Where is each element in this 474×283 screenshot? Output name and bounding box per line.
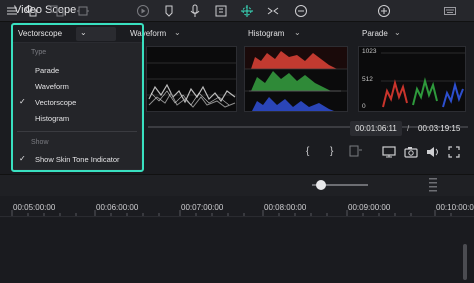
- title-bar: Video Scope: [0, 0, 474, 22]
- camera-icon[interactable]: [404, 146, 418, 158]
- histogram-header[interactable]: Histogram ⌄: [242, 26, 350, 42]
- histogram-label: Histogram: [248, 29, 285, 38]
- menu-divider: [17, 131, 137, 132]
- menu-item-waveform[interactable]: Waveform: [13, 79, 141, 94]
- ruler-ticks: [11, 210, 452, 216]
- check-icon: ✓: [19, 97, 26, 106]
- check-icon: ✓: [19, 154, 26, 163]
- display-icon[interactable]: [382, 146, 396, 158]
- fullscreen-icon[interactable]: [448, 146, 460, 158]
- waveform-label: Waveform: [130, 29, 167, 38]
- timeline-vertical-scrollbar[interactable]: [463, 244, 467, 280]
- menu-item-histogram[interactable]: Histogram: [13, 111, 141, 126]
- voiceover-icon[interactable]: [214, 4, 228, 18]
- parade-tick-top: 1023: [362, 48, 377, 55]
- ungroup-icon[interactable]: [50, 4, 64, 18]
- type-section-heading: Type: [31, 49, 47, 56]
- zoom-slider-knob[interactable]: [316, 180, 326, 190]
- timeline-toolbar: [0, 174, 474, 196]
- marker-icon[interactable]: [162, 4, 176, 18]
- vectorscope-label: Vectorscope: [18, 29, 63, 38]
- chevron-down-icon: ⌄: [394, 28, 401, 37]
- snap-icon[interactable]: [266, 4, 280, 18]
- waveform-header[interactable]: Waveform ⌄: [124, 26, 236, 42]
- menu-item-vectorscope[interactable]: ✓ Vectorscope: [13, 95, 141, 110]
- drag-handle-icon[interactable]: [428, 176, 438, 194]
- play-circle-icon[interactable]: [136, 4, 150, 18]
- group-icon[interactable]: [24, 4, 38, 18]
- parade-tick-bottom: 0: [362, 103, 366, 110]
- parade-scope: 1023 512 0: [358, 46, 466, 112]
- scope-type-menu: Type Parade Waveform ✓ Vectorscope Histo…: [12, 42, 142, 170]
- timeline-track-area[interactable]: [0, 218, 474, 283]
- menu-icon[interactable]: [5, 4, 19, 18]
- mark-in-icon[interactable]: {: [306, 146, 309, 157]
- keyboard-icon[interactable]: [444, 7, 456, 15]
- ai-cutout-icon[interactable]: [240, 4, 254, 18]
- current-time[interactable]: 00:01:06:11: [350, 121, 402, 136]
- crop-icon[interactable]: [76, 4, 90, 18]
- total-time: 00:03:19:15: [418, 124, 461, 133]
- show-section-heading: Show: [31, 139, 49, 146]
- microphone-icon[interactable]: [188, 4, 202, 18]
- parade-tick-mid: 512: [362, 76, 373, 83]
- parade-header[interactable]: Parade ⌄: [356, 26, 466, 42]
- volume-icon[interactable]: [426, 146, 440, 158]
- time-separator: /: [407, 124, 410, 133]
- insert-icon[interactable]: [349, 145, 363, 157]
- menu-item-parade[interactable]: Parade: [13, 63, 141, 78]
- waveform-scope: [146, 46, 237, 112]
- chevron-down-icon: ⌄: [294, 28, 301, 37]
- histogram-scope: [244, 46, 348, 112]
- zoom-in-icon[interactable]: [377, 4, 391, 18]
- parade-label: Parade: [362, 29, 388, 38]
- zoom-out-icon[interactable]: [294, 4, 308, 18]
- video-editor-window: Video Scope Vectorscope ⌄ Waveform ⌄ His…: [0, 0, 474, 283]
- chevron-down-icon: ⌄: [80, 28, 87, 37]
- scope-type-dropdown[interactable]: Vectorscope ⌄: [14, 27, 118, 41]
- mark-out-icon[interactable]: }: [330, 146, 333, 157]
- menu-item-show-skin-tone[interactable]: ✓ Show Skin Tone Indicator: [13, 152, 141, 167]
- chevron-down-icon: ⌄: [174, 28, 181, 37]
